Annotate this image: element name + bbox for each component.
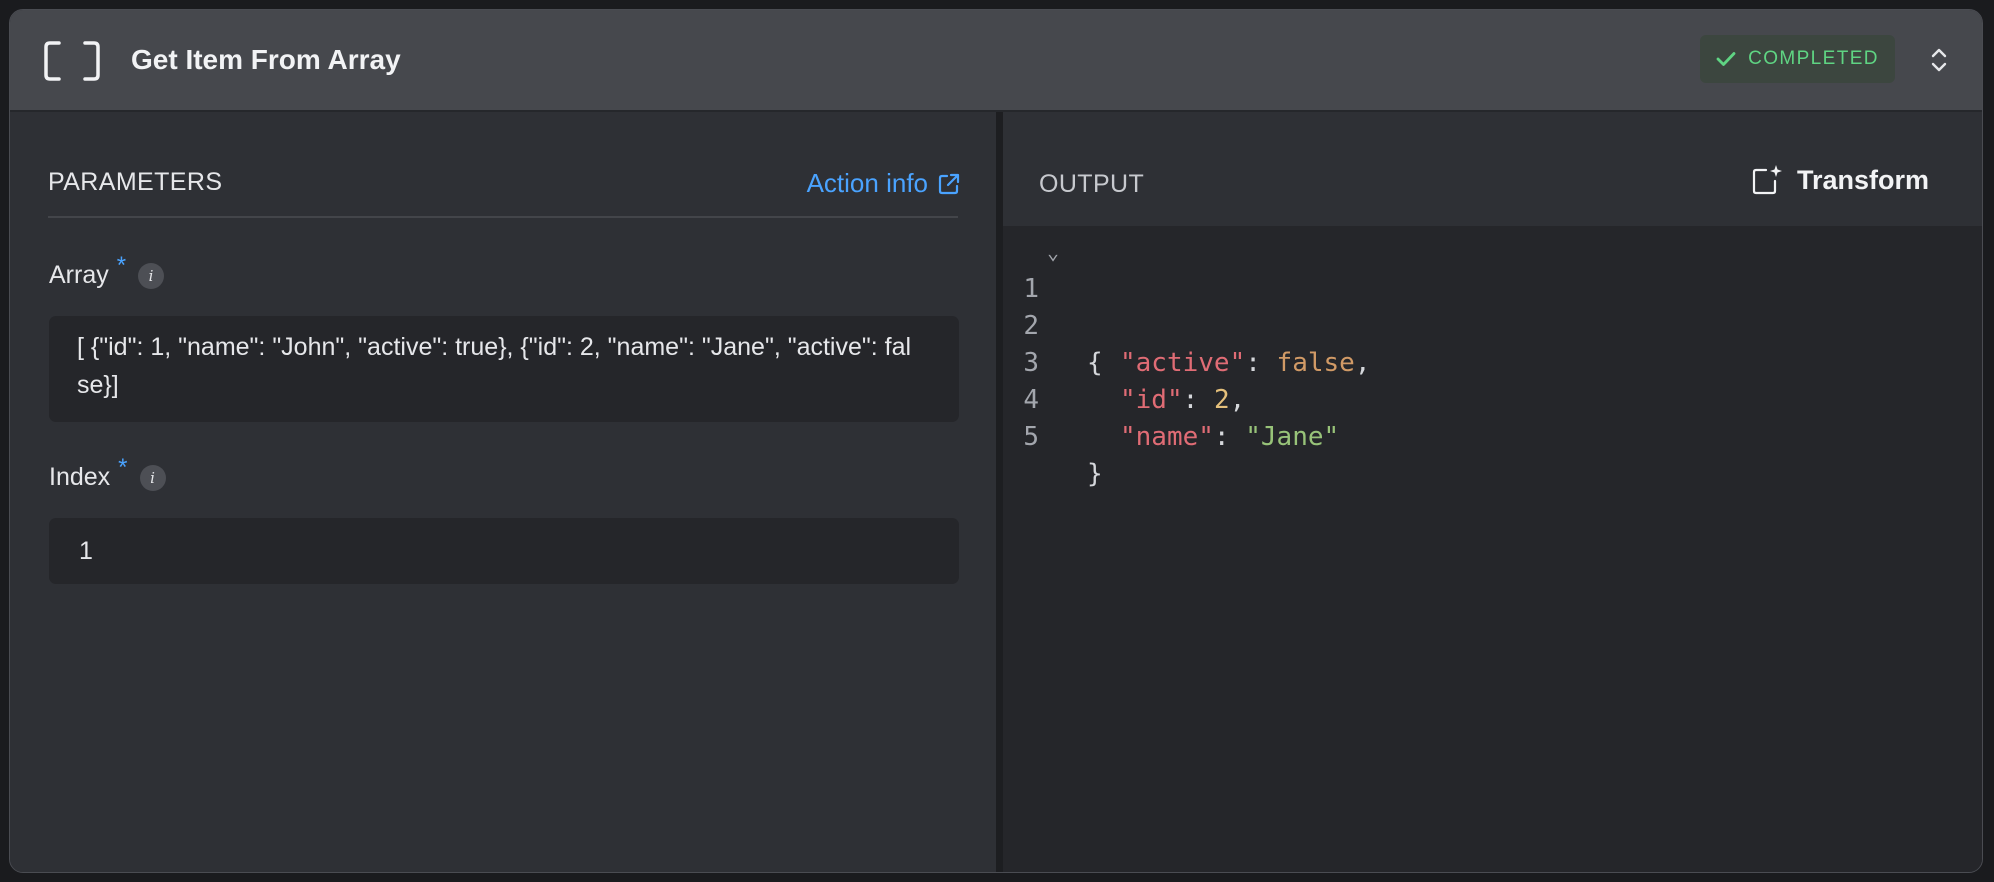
info-icon[interactable]: i <box>139 464 166 491</box>
status-badge: COMPLETED <box>1700 35 1895 83</box>
sparkle-square-icon <box>1752 165 1782 195</box>
external-link-icon <box>938 173 960 194</box>
array-input[interactable]: [ {"id": 1, "name": "John", "active": tr… <box>49 316 959 422</box>
json-close-brace: } <box>1087 459 1103 489</box>
code-line: 3 "id": 2, <box>1003 308 1982 415</box>
action-card: Get Item From Array COMPLETED PARAMETERS… <box>9 9 1983 873</box>
status-text: COMPLETED <box>1748 48 1879 69</box>
info-icon[interactable]: i <box>138 262 165 289</box>
panel-splitter[interactable] <box>996 112 1003 872</box>
array-label: Array * i <box>49 252 165 290</box>
json-key: "name" <box>1120 422 1214 452</box>
required-mark: * <box>116 251 127 279</box>
action-info-link[interactable]: Action info <box>807 168 960 199</box>
code-line: 5 } <box>1003 382 1982 489</box>
index-input[interactable]: 1 <box>49 518 959 584</box>
check-icon <box>1716 52 1736 66</box>
json-viewer[interactable]: 1 ⌄ { 2 "active": false, 3 "id": 2, 4 "n… <box>1003 234 1982 489</box>
parameters-title: PARAMETERS <box>48 168 223 196</box>
output-panel: OUTPUT Transform 1 ⌄ { 2 "active": false… <box>1003 112 1982 872</box>
output-header: OUTPUT Transform <box>1003 112 1982 226</box>
json-value: "Jane" <box>1245 422 1340 452</box>
transform-label: Transform <box>1797 164 1930 195</box>
parameters-panel: PARAMETERS Action info Array * i [ {"id"… <box>10 112 996 872</box>
code-line: 2 "active": false, <box>1003 271 1982 378</box>
card-header: Get Item From Array COMPLETED <box>10 10 1982 112</box>
index-label-text: Index <box>49 463 111 491</box>
section-divider <box>48 216 958 218</box>
array-label-text: Array <box>49 261 109 289</box>
output-title: OUTPUT <box>1039 170 1145 198</box>
page-title: Get Item From Array <box>131 44 401 75</box>
bracket-icon <box>44 41 100 81</box>
code-line: 4 "name": "Jane" <box>1003 345 1982 452</box>
index-label: Index * i <box>49 454 166 492</box>
code-line: 1 ⌄ { <box>1003 234 1982 378</box>
required-mark: * <box>118 453 128 481</box>
chevron-up-down-icon[interactable] <box>1928 44 1950 76</box>
chevron-down-icon[interactable]: ⌄ <box>1047 234 1059 271</box>
transform-button[interactable]: Transform <box>1751 164 1929 196</box>
action-info-label: Action info <box>806 168 928 198</box>
line-number: 5 <box>1023 422 1039 452</box>
